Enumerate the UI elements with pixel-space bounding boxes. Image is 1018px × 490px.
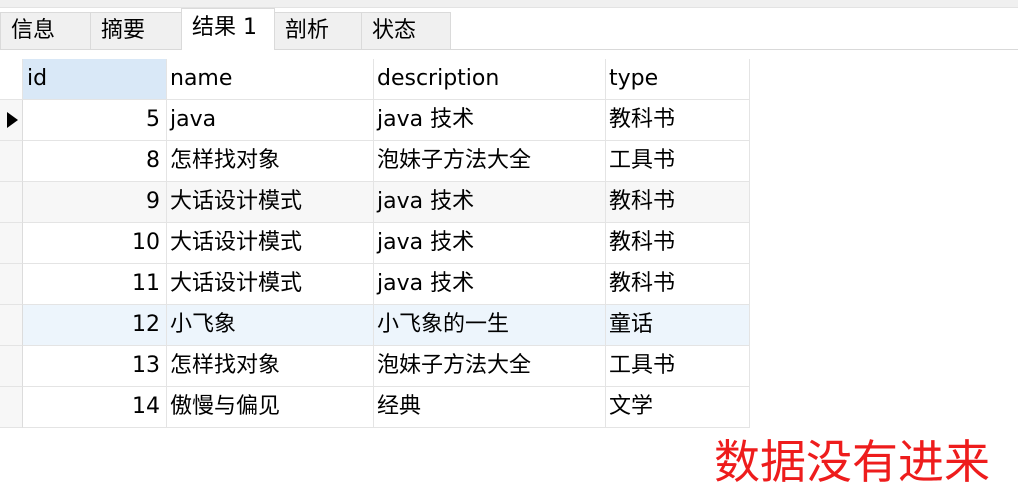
cell-id[interactable]: 12 [23,305,167,346]
header-corner [0,59,23,100]
column-header-type[interactable]: type [606,59,750,100]
cell-name[interactable]: 小飞象 [167,305,374,346]
row-indicator [0,346,23,387]
cell-name[interactable]: 傲慢与偏见 [167,387,374,428]
cell-description[interactable]: java 技术 [374,223,606,264]
cell-name[interactable]: 大话设计模式 [167,182,374,223]
cell-type[interactable]: 工具书 [606,141,750,182]
cell-id[interactable]: 5 [23,100,167,141]
row-indicator [0,305,23,346]
current-row-arrow-icon [7,112,18,128]
cell-name[interactable]: 大话设计模式 [167,264,374,305]
cell-id[interactable]: 9 [23,182,167,223]
cell-id[interactable]: 11 [23,264,167,305]
cell-name[interactable]: 怎样找对象 [167,346,374,387]
row-indicator [0,141,23,182]
cell-type[interactable]: 文学 [606,387,750,428]
table-row[interactable]: 9 大话设计模式 java 技术 教科书 [0,182,750,223]
column-header-name[interactable]: name [167,59,374,100]
cell-description[interactable]: java 技术 [374,264,606,305]
cell-type[interactable]: 教科书 [606,223,750,264]
tab-profile[interactable]: 剖析 [274,12,362,49]
table-row[interactable]: 12 小飞象 小飞象的一生 童话 [0,305,750,346]
tab-info[interactable]: 信息 [0,12,91,49]
table-row[interactable]: 14 傲慢与偏见 经典 文学 [0,387,750,428]
cell-name[interactable]: java [167,100,374,141]
row-indicator [0,100,23,141]
cell-id[interactable]: 10 [23,223,167,264]
column-header-description[interactable]: description [374,59,606,100]
table-row[interactable]: 13 怎样找对象 泡妹子方法大全 工具书 [0,346,750,387]
cell-type[interactable]: 工具书 [606,346,750,387]
table-row[interactable]: 8 怎样找对象 泡妹子方法大全 工具书 [0,141,750,182]
row-indicator [0,264,23,305]
cell-type[interactable]: 教科书 [606,182,750,223]
cell-description[interactable]: 泡妹子方法大全 [374,346,606,387]
cell-description[interactable]: java 技术 [374,100,606,141]
cell-name[interactable]: 怎样找对象 [167,141,374,182]
table-row[interactable]: 5 java java 技术 教科书 [0,100,750,141]
row-indicator [0,387,23,428]
cell-type[interactable]: 童话 [606,305,750,346]
table-row[interactable]: 11 大话设计模式 java 技术 教科书 [0,264,750,305]
tab-summary[interactable]: 摘要 [90,12,182,49]
table-row[interactable]: 10 大话设计模式 java 技术 教科书 [0,223,750,264]
cell-id[interactable]: 8 [23,141,167,182]
row-indicator [0,182,23,223]
table-header: id name description type [0,59,750,100]
row-indicator [0,223,23,264]
tab-result-1[interactable]: 结果 1 [181,8,275,50]
cell-description[interactable]: 经典 [374,387,606,428]
tab-status[interactable]: 状态 [361,12,451,49]
column-header-id[interactable]: id [23,59,167,100]
cell-name[interactable]: 大话设计模式 [167,223,374,264]
window-top-border [0,0,1018,8]
cell-id[interactable]: 13 [23,346,167,387]
cell-type[interactable]: 教科书 [606,100,750,141]
cell-id[interactable]: 14 [23,387,167,428]
annotation-text: 数据没有进来 [714,435,990,489]
cell-description[interactable]: 泡妹子方法大全 [374,141,606,182]
cell-type[interactable]: 教科书 [606,264,750,305]
result-tabs: 信息 摘要 结果 1 剖析 状态 [0,8,1018,50]
cell-description[interactable]: java 技术 [374,182,606,223]
cell-description[interactable]: 小飞象的一生 [374,305,606,346]
